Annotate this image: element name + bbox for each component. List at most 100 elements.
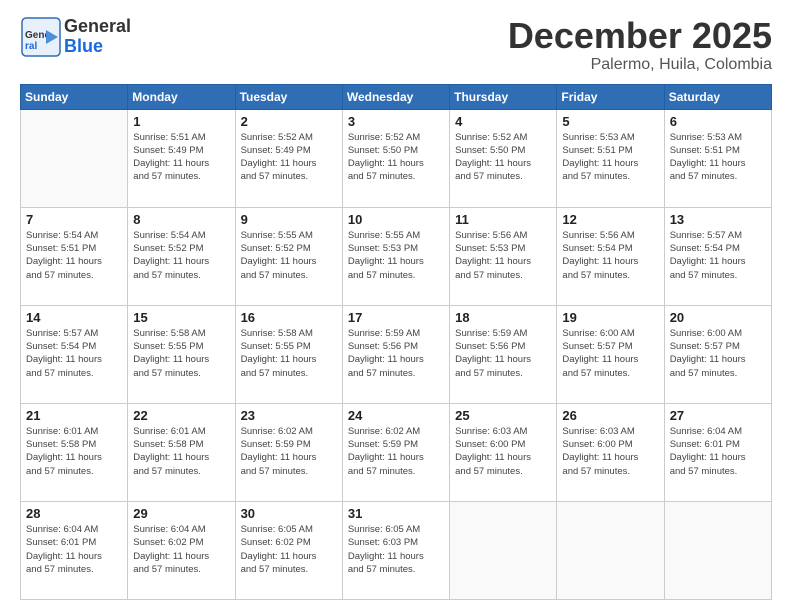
calendar-day-cell: 29Sunrise: 6:04 AM Sunset: 6:02 PM Dayli… [128,501,235,599]
day-info: Sunrise: 5:56 AM Sunset: 5:54 PM Dayligh… [562,229,658,282]
calendar-day-cell: 5 Sunrise: 5:53 AM Sunset: 5:51 PM Daylig… [557,109,664,207]
day-number: 24 [348,408,444,423]
day-number: 10 [348,212,444,227]
calendar-day-cell: 24Sunrise: 6:02 AM Sunset: 5:59 PM Dayli… [342,403,449,501]
day-info: Sunrise: 6:05 AM Sunset: 6:03 PM Dayligh… [348,523,444,576]
day-number: 15 [133,310,229,325]
day-number: 4 [455,114,551,129]
day-info: Sunrise: 6:04 AM Sunset: 6:01 PM Dayligh… [26,523,122,576]
day-number: 22 [133,408,229,423]
calendar-day-cell [557,501,664,599]
title-area: December 2025 Palermo, Huila, Colombia [508,16,772,74]
calendar-day-cell [21,109,128,207]
day-info: Sunrise: 6:01 AM Sunset: 5:58 PM Dayligh… [26,425,122,478]
day-info: Sunrise: 6:04 AM Sunset: 6:01 PM Dayligh… [670,425,766,478]
day-number: 14 [26,310,122,325]
month-title: December 2025 [508,16,772,56]
day-number: 19 [562,310,658,325]
logo-general: General [64,17,131,37]
calendar-day-cell: 20 Sunrise: 6:00 AM Sunset: 5:57 PM Dayli… [664,305,771,403]
day-info: Sunrise: 6:02 AM Sunset: 5:59 PM Dayligh… [241,425,337,478]
calendar-day-cell: 8 Sunrise: 5:54 AM Sunset: 5:52 PM Daylig… [128,207,235,305]
calendar-day-cell: 3 Sunrise: 5:52 AM Sunset: 5:50 PM Daylig… [342,109,449,207]
calendar-day-cell: 11Sunrise: 5:56 AM Sunset: 5:53 PM Dayli… [450,207,557,305]
calendar-day-cell: 15 Sunrise: 5:58 AM Sunset: 5:55 PM Dayli… [128,305,235,403]
day-info: Sunrise: 6:03 AM Sunset: 6:00 PM Dayligh… [455,425,551,478]
calendar-day-cell: 13 Sunrise: 5:57 AM Sunset: 5:54 PM Dayli… [664,207,771,305]
weekday-header: Sunday [21,84,128,109]
location-subtitle: Palermo, Huila, Colombia [508,56,772,74]
day-info: Sunrise: 6:01 AM Sunset: 5:58 PM Dayligh… [133,425,229,478]
day-number: 13 [670,212,766,227]
calendar-week-row: 21 Sunrise: 6:01 AM Sunset: 5:58 PM Dayli… [21,403,772,501]
day-info: Sunrise: 5:57 AM Sunset: 5:54 PM Dayligh… [26,327,122,380]
weekday-header: Friday [557,84,664,109]
day-info: Sunrise: 5:53 AM Sunset: 5:51 PM Dayligh… [562,131,658,184]
calendar-day-cell: 17 Sunrise: 5:59 AM Sunset: 5:56 PM Dayli… [342,305,449,403]
calendar-day-cell: 31Sunrise: 6:05 AM Sunset: 6:03 PM Dayli… [342,501,449,599]
weekday-header: Wednesday [342,84,449,109]
calendar-day-cell: 22 Sunrise: 6:01 AM Sunset: 5:58 PM Dayli… [128,403,235,501]
calendar-table: SundayMondayTuesdayWednesdayThursdayFrid… [20,84,772,600]
header: Gene- ral General Blue December 2025 Pal… [20,16,772,74]
day-info: Sunrise: 5:52 AM Sunset: 5:50 PM Dayligh… [455,131,551,184]
day-info: Sunrise: 5:51 AM Sunset: 5:49 PM Dayligh… [133,131,229,184]
day-info: Sunrise: 6:00 AM Sunset: 5:57 PM Dayligh… [670,327,766,380]
calendar-day-cell: 26 Sunrise: 6:03 AM Sunset: 6:00 PM Dayli… [557,403,664,501]
day-number: 17 [348,310,444,325]
calendar-week-row: 14 Sunrise: 5:57 AM Sunset: 5:54 PM Dayli… [21,305,772,403]
day-info: Sunrise: 5:59 AM Sunset: 5:56 PM Dayligh… [348,327,444,380]
calendar-day-cell: 16 Sunrise: 5:58 AM Sunset: 5:55 PM Dayli… [235,305,342,403]
day-info: Sunrise: 5:52 AM Sunset: 5:50 PM Dayligh… [348,131,444,184]
calendar-day-cell: 1Sunrise: 5:51 AM Sunset: 5:49 PM Daylig… [128,109,235,207]
day-info: Sunrise: 5:58 AM Sunset: 5:55 PM Dayligh… [241,327,337,380]
day-info: Sunrise: 6:05 AM Sunset: 6:02 PM Dayligh… [241,523,337,576]
day-number: 3 [348,114,444,129]
weekday-header: Monday [128,84,235,109]
day-info: Sunrise: 5:55 AM Sunset: 5:53 PM Dayligh… [348,229,444,282]
calendar-day-cell: 28 Sunrise: 6:04 AM Sunset: 6:01 PM Dayli… [21,501,128,599]
day-number: 9 [241,212,337,227]
day-info: Sunrise: 5:54 AM Sunset: 5:52 PM Dayligh… [133,229,229,282]
day-info: Sunrise: 6:03 AM Sunset: 6:00 PM Dayligh… [562,425,658,478]
day-info: Sunrise: 5:52 AM Sunset: 5:49 PM Dayligh… [241,131,337,184]
day-number: 12 [562,212,658,227]
day-number: 26 [562,408,658,423]
day-info: Sunrise: 6:00 AM Sunset: 5:57 PM Dayligh… [562,327,658,380]
calendar-day-cell [450,501,557,599]
calendar-day-cell: 23 Sunrise: 6:02 AM Sunset: 5:59 PM Dayli… [235,403,342,501]
day-number: 29 [133,506,229,521]
day-number: 20 [670,310,766,325]
calendar-day-cell: 14 Sunrise: 5:57 AM Sunset: 5:54 PM Dayli… [21,305,128,403]
day-number: 27 [670,408,766,423]
day-info: Sunrise: 5:56 AM Sunset: 5:53 PM Dayligh… [455,229,551,282]
logo-blue: Blue [64,37,131,57]
day-info: Sunrise: 5:55 AM Sunset: 5:52 PM Dayligh… [241,229,337,282]
day-info: Sunrise: 5:53 AM Sunset: 5:51 PM Dayligh… [670,131,766,184]
calendar-day-cell: 19 Sunrise: 6:00 AM Sunset: 5:57 PM Dayli… [557,305,664,403]
calendar-day-cell: 9 Sunrise: 5:55 AM Sunset: 5:52 PM Daylig… [235,207,342,305]
svg-text:ral: ral [25,41,37,52]
calendar-day-cell: 27 Sunrise: 6:04 AM Sunset: 6:01 PM Dayli… [664,403,771,501]
day-info: Sunrise: 5:58 AM Sunset: 5:55 PM Dayligh… [133,327,229,380]
weekday-header-row: SundayMondayTuesdayWednesdayThursdayFrid… [21,84,772,109]
calendar-day-cell: 30Sunrise: 6:05 AM Sunset: 6:02 PM Dayli… [235,501,342,599]
calendar-week-row: 28 Sunrise: 6:04 AM Sunset: 6:01 PM Dayli… [21,501,772,599]
logo: Gene- ral General Blue [20,16,131,58]
day-number: 6 [670,114,766,129]
day-number: 5 [562,114,658,129]
day-number: 28 [26,506,122,521]
day-number: 21 [26,408,122,423]
day-number: 7 [26,212,122,227]
day-info: Sunrise: 5:57 AM Sunset: 5:54 PM Dayligh… [670,229,766,282]
calendar-day-cell: 25Sunrise: 6:03 AM Sunset: 6:00 PM Dayli… [450,403,557,501]
day-number: 23 [241,408,337,423]
logo-text: General Blue [64,17,131,57]
day-info: Sunrise: 5:59 AM Sunset: 5:56 PM Dayligh… [455,327,551,380]
calendar-day-cell: 10 Sunrise: 5:55 AM Sunset: 5:53 PM Dayli… [342,207,449,305]
logo-icon: Gene- ral [20,16,62,58]
day-number: 8 [133,212,229,227]
calendar-day-cell: 7Sunrise: 5:54 AM Sunset: 5:51 PM Daylig… [21,207,128,305]
page: Gene- ral General Blue December 2025 Pal… [0,0,792,612]
day-number: 16 [241,310,337,325]
